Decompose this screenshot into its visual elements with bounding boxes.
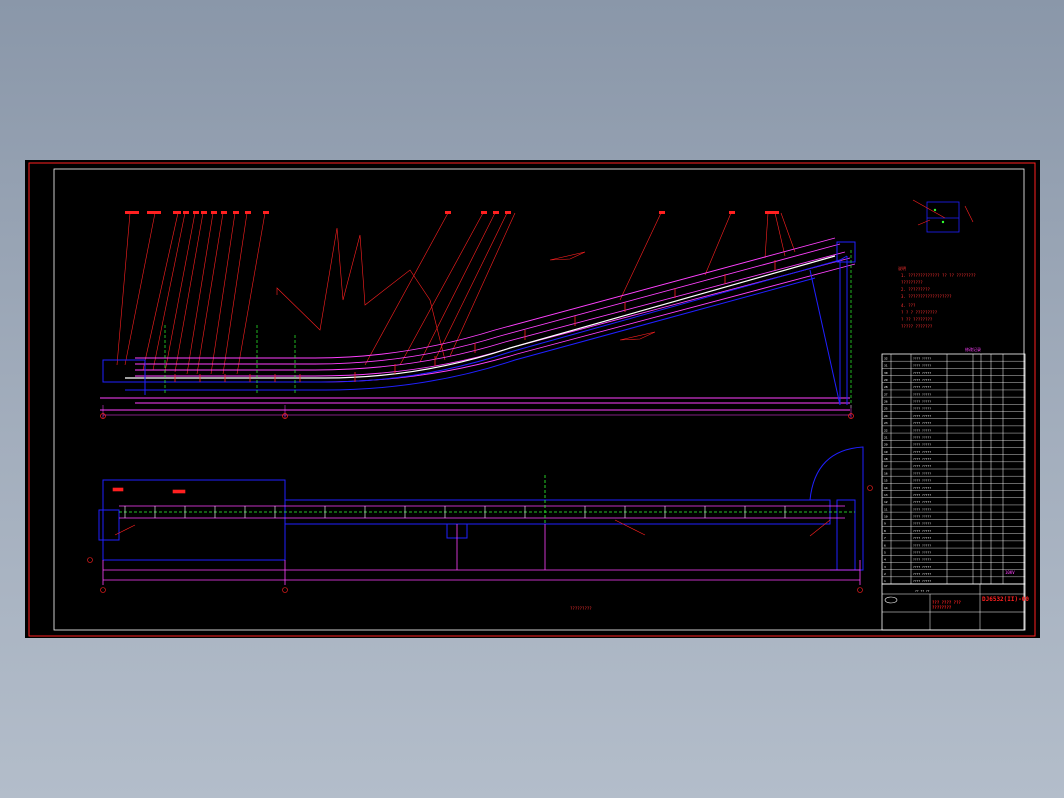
svg-text:3. ??????????????????: 3. ?????????????????? [901, 294, 952, 299]
table-row-index: 27 [884, 392, 888, 396]
table-row-index: 26 [884, 400, 888, 404]
cad-viewer-window: ????????? 说明 1. ????????????? ?? ?? ????… [0, 0, 1064, 798]
table-row: ???? ????? [913, 464, 931, 468]
table-row-index: 16 [884, 471, 888, 475]
svg-text:1. ????????????? ?? ?? ???????: 1. ????????????? ?? ?? ???????? [901, 273, 976, 278]
svg-text:10KV: 10KV [1005, 570, 1015, 575]
table-row-index: 19 [884, 450, 888, 454]
table-row-index: 4 [884, 558, 886, 562]
table-row: ???? ????? [913, 536, 931, 540]
table-row: ???? ????? [913, 565, 931, 569]
table-row: ???? ????? [913, 543, 931, 547]
table-row-index: 13 [884, 493, 888, 497]
parts-list-table: 修改记录 10KV ???? ?????32???? ?????31???? ?… [881, 346, 1026, 585]
table-row: ???? ????? [913, 457, 931, 461]
dimension-label: ????????? [570, 606, 592, 611]
svg-text:修改记录: 修改记录 [965, 346, 981, 352]
table-row-index: 17 [884, 464, 888, 468]
table-row: ???? ????? [913, 400, 931, 404]
plan-view: ????????? [87, 446, 873, 611]
table-row: ???? ????? [913, 529, 931, 533]
table-row: ???? ????? [913, 493, 931, 497]
table-row-index: 30 [884, 371, 888, 375]
svg-text:说明: 说明 [898, 265, 906, 271]
table-row-index: 14 [884, 486, 888, 490]
table-row-index: 32 [884, 356, 888, 360]
table-row-index: 9 [884, 522, 886, 526]
svg-text:4. ???: 4. ??? [901, 303, 916, 308]
table-row: ???? ????? [913, 443, 931, 447]
table-row-index: 10 [884, 515, 888, 519]
notes-block: 说明 1. ????????????? ?? ?? ???????? ?????… [898, 265, 976, 329]
table-row: ???? ????? [913, 407, 931, 411]
table-row: ???? ????? [913, 572, 931, 576]
table-row: ???? ????? [913, 515, 931, 519]
elevation-view [100, 211, 856, 419]
conveyor-drawing: ????????? 说明 1. ????????????? ?? ?? ????… [28, 162, 1036, 637]
table-row: ???? ????? [913, 500, 931, 504]
table-row-index: 15 [884, 479, 888, 483]
svg-text:? ? ? ?????????: ? ? ? ????????? [901, 310, 938, 315]
table-row-index: 24 [884, 414, 888, 418]
svg-text:????????: ???????? [932, 605, 952, 610]
table-row-index: 29 [884, 378, 888, 382]
table-row-index: 6 [884, 543, 886, 547]
svg-text:????? ???????: ????? ??????? [901, 324, 933, 329]
table-row-index: 21 [884, 435, 888, 439]
table-row: ???? ????? [913, 558, 931, 562]
table-row-index: 1 [884, 579, 886, 583]
table-row: ???? ????? [913, 522, 931, 526]
table-row: ???? ????? [913, 392, 931, 396]
table-row-index: 2 [884, 572, 886, 576]
table-row: ???? ????? [913, 364, 931, 368]
table-row-index: 28 [884, 385, 888, 389]
table-row: ???? ????? [913, 450, 931, 454]
table-row-index: 23 [884, 421, 888, 425]
table-row-index: 18 [884, 457, 888, 461]
table-row-index: 31 [884, 364, 888, 368]
svg-text:DJ6532(II)-00: DJ6532(II)-00 [982, 596, 1029, 603]
drawing-canvas[interactable]: ????????? 说明 1. ????????????? ?? ?? ????… [25, 160, 1040, 638]
table-row: ???? ????? [913, 378, 931, 382]
svg-text:?? ?? ??: ?? ?? ?? [915, 589, 930, 593]
table-row-index: 8 [884, 529, 886, 533]
table-row: ???? ????? [913, 371, 931, 375]
inner-frame [53, 168, 1025, 631]
table-row: ???? ????? [913, 550, 931, 554]
company-logo [884, 596, 898, 604]
svg-text:?????????: ????????? [901, 280, 923, 285]
table-row: ???? ????? [913, 471, 931, 475]
table-row: ???? ????? [913, 486, 931, 490]
table-row-index: 12 [884, 500, 888, 504]
table-row-index: 22 [884, 428, 888, 432]
table-row: ???? ????? [913, 507, 931, 511]
table-row-index: 11 [884, 507, 888, 511]
title-block: ?? ?? ?? DJ6532(II)-00 ??? ???? ??? ????… [881, 583, 1029, 631]
table-row: ???? ????? [913, 428, 931, 432]
table-row: ???? ????? [913, 421, 931, 425]
table-row: ???? ????? [913, 579, 931, 583]
table-row-index: 5 [884, 550, 886, 554]
detail-view [912, 199, 974, 233]
table-row: ???? ????? [913, 435, 931, 439]
svg-text:? ?? ????????: ? ?? ???????? [901, 317, 933, 322]
table-row: ???? ????? [913, 414, 931, 418]
table-row-index: 25 [884, 407, 888, 411]
svg-text:2. ?????????: 2. ????????? [901, 287, 930, 292]
table-row: ???? ????? [913, 385, 931, 389]
table-row: ???? ????? [913, 479, 931, 483]
table-row: ???? ????? [913, 356, 931, 360]
table-row-index: 3 [884, 565, 886, 569]
table-row-index: 20 [884, 443, 888, 447]
table-row-index: 7 [884, 536, 886, 540]
